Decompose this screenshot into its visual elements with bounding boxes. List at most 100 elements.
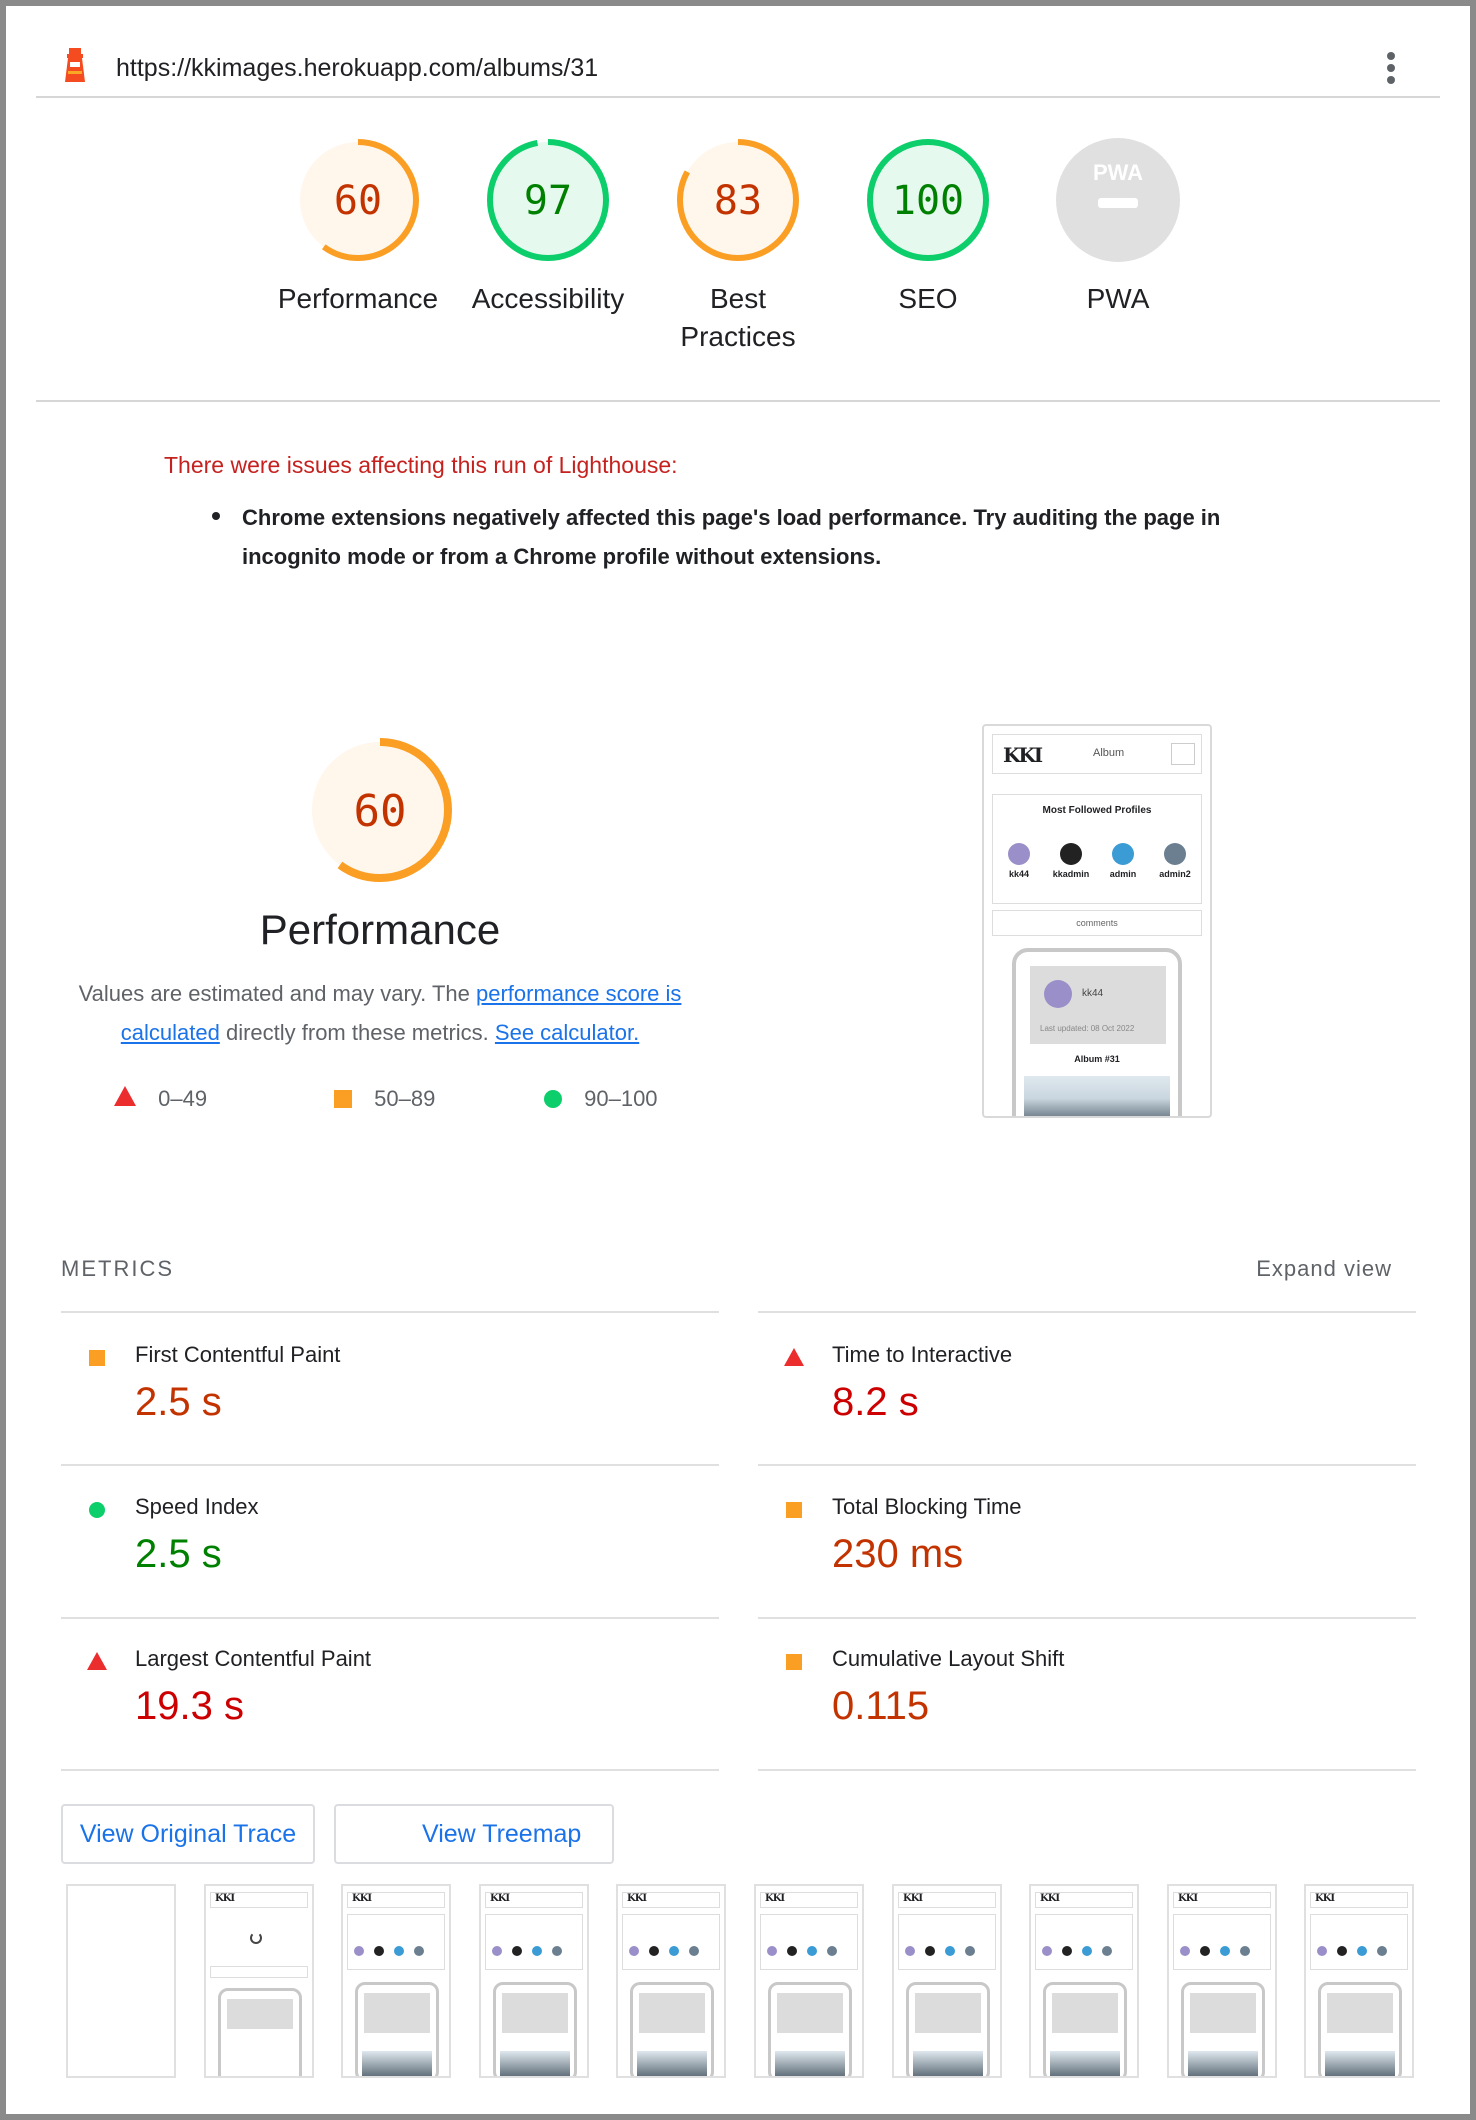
average-square-icon [786,1654,802,1670]
filmstrip-frame[interactable]: KKI [479,1884,589,2078]
metric-divider [61,1617,719,1619]
metric-label: Total Blocking Time [832,1494,1022,1519]
legend-pass: 90–100 [544,1086,658,1112]
final-screenshot[interactable]: KKI Album Most Followed Profiles kk44 kk… [982,724,1212,1118]
metric-value: 8.2 s [832,1380,919,1424]
gauge-pwa[interactable]: PWA PWA [1028,136,1208,318]
metric-divider [61,1464,719,1466]
view-original-trace-button[interactable]: View Original Trace [61,1804,315,1864]
legend-pass-range: 90–100 [584,1086,658,1111]
performance-large-gauge[interactable]: 60 [304,734,456,886]
gauge-label: Performance [277,283,439,314]
preview-album-button: Album [1093,747,1125,759]
see-calculator-link[interactable]: See calculator. [495,1020,639,1045]
preview-profile: admin2 [1153,843,1197,879]
metric-value: 2.5 s [135,1532,222,1576]
preview-profile: admin [1101,843,1145,879]
preview-card-updated: Last updated: 08 Oct 2022 [1040,1024,1135,1033]
preview-comments: comments [992,910,1202,936]
legend-fail: 0–49 [114,1086,207,1112]
gauge-label: SEO [898,283,958,314]
filmstrip-frame[interactable]: KKI [1029,1884,1139,2078]
preview-album-image [1024,1076,1170,1116]
fail-triangle-icon [114,1086,136,1106]
average-square-icon [334,1090,352,1108]
preview-album-card: kk44 Last updated: 08 Oct 2022 Album #31 [1012,948,1182,1116]
metric-value: 230 ms [832,1532,964,1576]
preview-profile: kk44 [997,843,1041,879]
metric-divider [758,1769,1416,1771]
metric-divider [758,1464,1416,1466]
gauge-label: PWA [1086,283,1150,314]
metric-divider [61,1769,719,1771]
desc-mid: directly from these metrics. [219,1020,495,1045]
section-divider [36,400,1440,402]
lighthouse-icon [65,48,85,82]
gauge-score: 100 [892,178,964,224]
filmstrip-frame[interactable]: KKI [204,1884,314,2078]
metric-first-contentful-paint: First Contentful Paint 2.5 s [135,1342,340,1425]
average-square-icon [786,1502,802,1518]
legend-average-range: 50–89 [374,1086,436,1111]
metric-label: Largest Contentful Paint [135,1646,372,1671]
metric-divider [758,1311,1416,1313]
gauge-best-practices[interactable]: 83 Best Practices [648,136,828,356]
metric-divider [61,1311,719,1313]
gauge-accessibility[interactable]: 97 Accessibility [458,136,638,318]
preview-profiles-title: Most Followed Profiles [1042,805,1152,816]
gauge-score: 60 [334,178,382,224]
report-url: https://kkimages.herokuapp.com/albums/31 [116,54,599,82]
performance-large-score: 60 [354,786,407,837]
gauge-score: 97 [524,178,572,224]
metric-time-to-interactive: Time to Interactive 8.2 s [832,1342,1012,1425]
pass-circle-icon [89,1502,105,1518]
expand-view-toggle[interactable]: Expand view [1256,1256,1392,1282]
gauge-label: Accessibility [471,283,625,314]
warning-bullet [212,512,220,520]
metric-cumulative-layout-shift: Cumulative Layout Shift 0.115 [832,1646,1064,1729]
metric-label: First Contentful Paint [135,1342,341,1367]
filmstrip-frame[interactable]: KKI [754,1884,864,2078]
filmstrip-frame[interactable]: KKI [1167,1884,1277,2078]
filmstrip-frame[interactable] [66,1884,176,2078]
filmstrip-frame[interactable]: KKI [1304,1884,1414,2078]
legend-fail-range: 0–49 [158,1086,208,1111]
gauge-ring: 100 [867,139,989,261]
fail-triangle-icon [784,1348,804,1366]
metric-largest-contentful-paint: Largest Contentful Paint 19.3 s [135,1646,371,1729]
metric-total-blocking-time: Total Blocking Time 230 ms [832,1494,1022,1577]
performance-title: Performance [259,906,501,953]
average-square-icon [89,1350,105,1366]
metric-divider [758,1617,1416,1619]
warnings-title: There were issues affecting this run of … [164,452,678,478]
gauge-score: 83 [714,178,762,224]
filmstrip-frame[interactable]: KKI [892,1884,1002,2078]
preview-menu-icon [1171,743,1195,765]
metric-label: Time to Interactive [832,1342,1013,1367]
legend-average: 50–89 [334,1086,435,1112]
preview-card-user: kk44 [1082,988,1104,999]
metric-value: 19.3 s [135,1684,244,1728]
metrics-heading: METRICS [61,1256,174,1281]
gauge-performance[interactable]: 60 Performance [268,136,448,318]
preview-card-album: Album #31 [1074,1054,1120,1064]
filmstrip-frame[interactable]: KKI [341,1884,451,2078]
fail-triangle-icon [87,1652,107,1670]
gauge-ring: 60 [297,139,419,261]
gauge-label: Best Practices [680,283,796,352]
more-menu-icon[interactable] [1386,52,1396,84]
metric-label: Speed Index [135,1494,259,1519]
preview-logo: KKI [1003,743,1043,767]
preview-avatar [1044,980,1072,1008]
pwa-icon: PWA [1056,138,1180,262]
preview-profile: kkadmin [1049,843,1093,879]
metric-value: 0.115 [832,1684,930,1728]
gauge-ring: 97 [487,139,609,261]
metric-label: Cumulative Layout Shift [832,1646,1065,1671]
pwa-badge-text: PWA [1093,160,1143,185]
view-treemap-button[interactable]: View Treemap [334,1804,614,1864]
gauge-ring: 83 [677,139,799,261]
filmstrip-frame[interactable]: KKI [616,1884,726,2078]
metric-speed-index: Speed Index 2.5 s [135,1494,259,1577]
gauge-seo[interactable]: 100 SEO [838,136,1018,318]
